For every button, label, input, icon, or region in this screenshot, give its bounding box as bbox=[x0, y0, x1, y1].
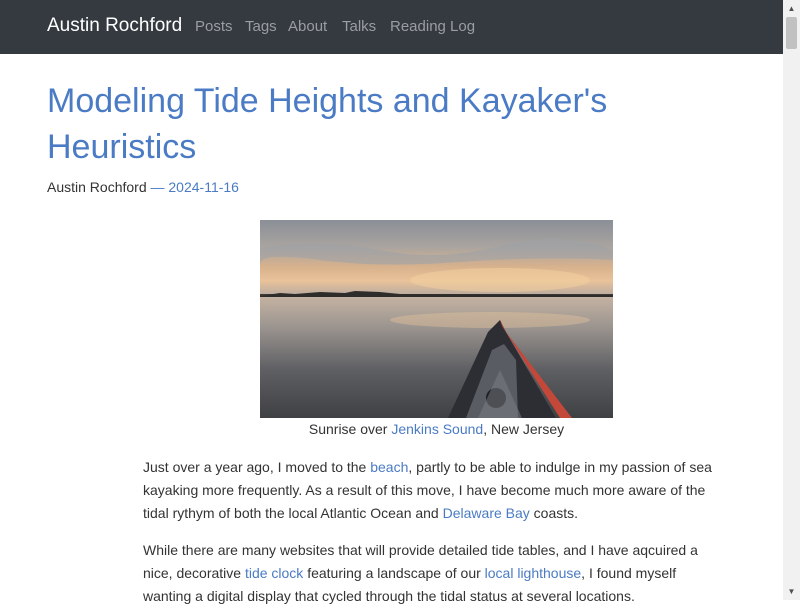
figure-caption: Sunrise over Jenkins Sound, New Jersey bbox=[260, 421, 613, 437]
post-author: Austin Rochford bbox=[47, 179, 147, 195]
navbar: Austin Rochford Posts Tags About Talks R… bbox=[0, 0, 783, 54]
vertical-scrollbar[interactable]: ▲ ▼ bbox=[783, 0, 800, 600]
nav-link-posts[interactable]: Posts bbox=[195, 18, 233, 35]
scroll-down-arrow-icon[interactable]: ▼ bbox=[783, 583, 800, 600]
local-lighthouse-link[interactable]: local lighthouse bbox=[485, 565, 582, 581]
paragraph-text: coasts. bbox=[529, 505, 579, 521]
delaware-bay-link[interactable]: Delaware Bay bbox=[443, 505, 530, 521]
nav-link-talks[interactable]: Talks bbox=[342, 18, 376, 35]
scrollbar-thumb[interactable] bbox=[786, 17, 797, 49]
paragraph-tide-tables: While there are many websites that will … bbox=[143, 539, 718, 608]
caption-text: Sunrise over bbox=[308, 421, 392, 437]
nav-link-about[interactable]: About bbox=[288, 18, 327, 35]
byline-separator: — bbox=[146, 179, 169, 195]
post-byline: Austin Rochford — 2024-11-16 bbox=[47, 179, 239, 195]
paragraph-text: Just over a year ago, I moved to the bbox=[143, 459, 371, 475]
sunrise-kayak-photo bbox=[260, 220, 613, 418]
paragraph-intro: Just over a year ago, I moved to the bea… bbox=[143, 456, 718, 525]
jenkins-sound-link[interactable]: Jenkins Sound bbox=[391, 421, 483, 437]
nav-link-reading-log[interactable]: Reading Log bbox=[390, 18, 475, 35]
beach-link[interactable]: beach bbox=[370, 459, 408, 475]
tide-clock-link[interactable]: tide clock bbox=[245, 565, 303, 581]
site-brand-link[interactable]: Austin Rochford bbox=[47, 15, 182, 37]
paragraph-text: featuring a landscape of our bbox=[303, 565, 485, 581]
post-date-link[interactable]: 2024-11-16 bbox=[168, 179, 239, 195]
caption-location: , New Jersey bbox=[483, 421, 565, 437]
post-title: Modeling Tide Heights and Kayaker's Heur… bbox=[47, 82, 608, 166]
scroll-up-arrow-icon[interactable]: ▲ bbox=[783, 0, 800, 17]
nav-link-tags[interactable]: Tags bbox=[245, 18, 277, 35]
